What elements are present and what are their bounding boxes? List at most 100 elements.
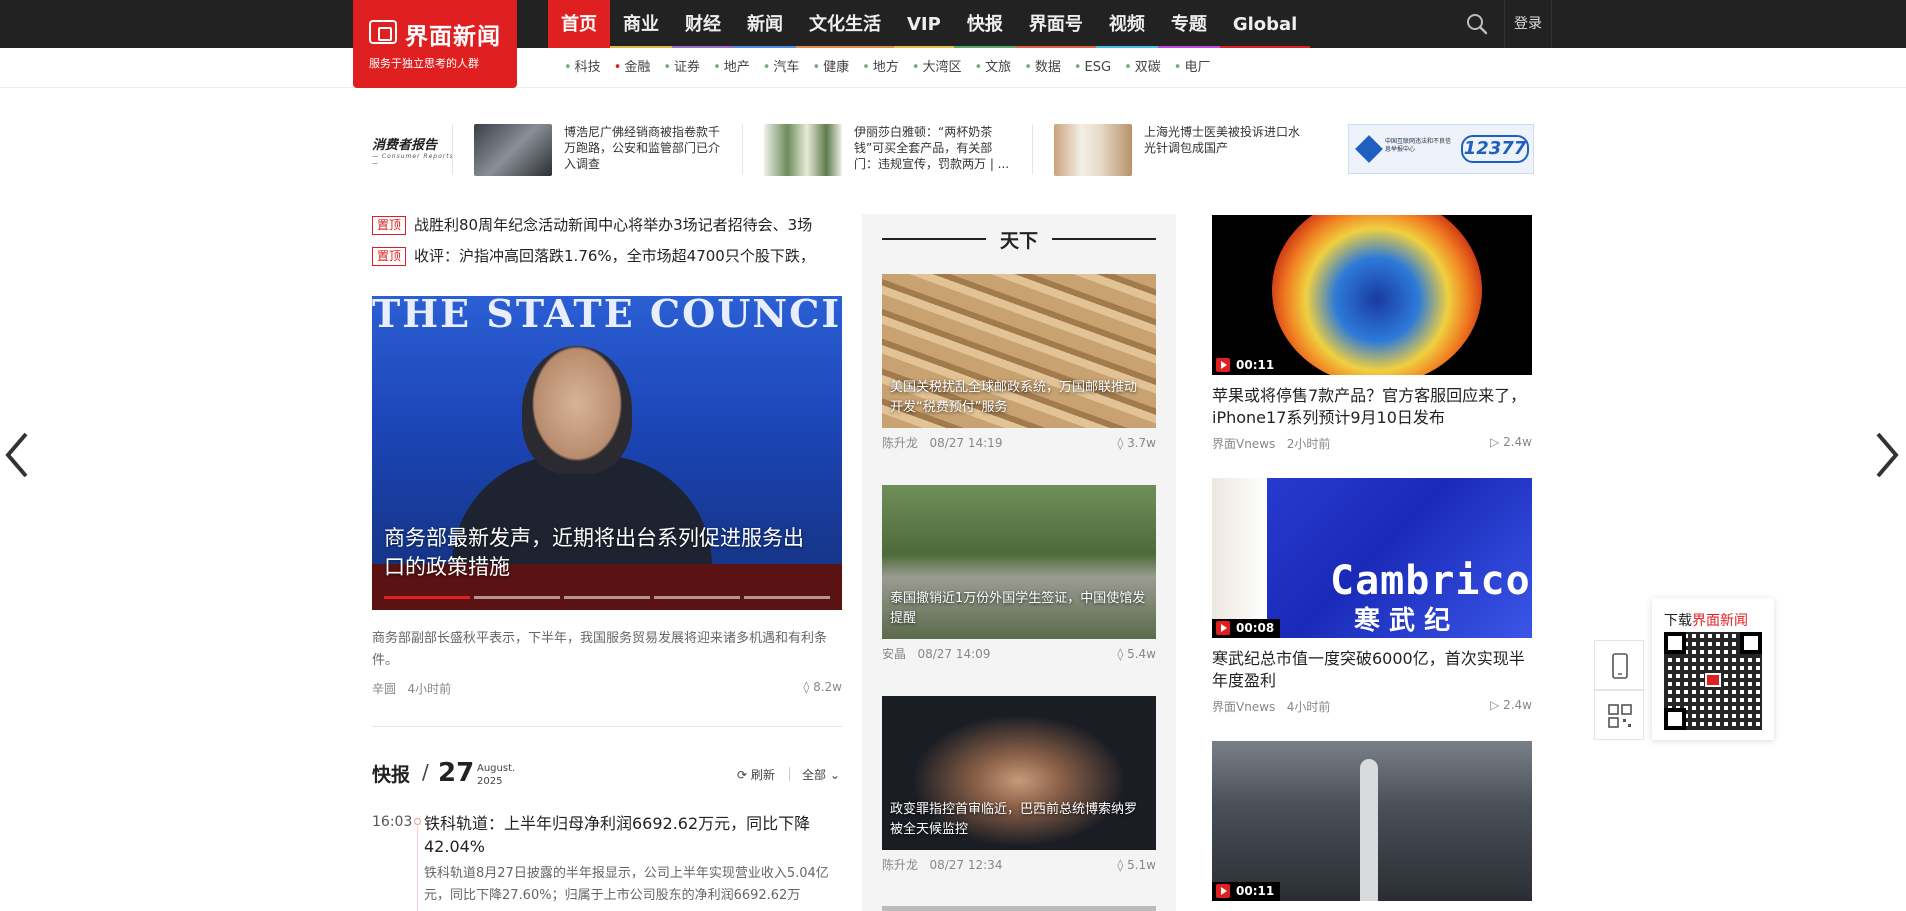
rocket-shape: [1360, 759, 1378, 901]
video-card[interactable]: 00:11 苹果或将停售7款产品？官方客服回应来了，iPhone17系列预计9月…: [1212, 215, 1532, 452]
nav-home[interactable]: 首页: [548, 0, 610, 48]
author: 安晶: [882, 647, 907, 661]
carousel-dot[interactable]: [384, 596, 470, 599]
author: 陈升龙: [882, 858, 919, 872]
chevron-down-icon: ⌄: [829, 768, 840, 782]
subnav-item[interactable]: 证券: [659, 48, 709, 88]
nav-topics[interactable]: 专题: [1157, 0, 1220, 48]
source: 界面Vnews: [1212, 700, 1276, 714]
nav-finance[interactable]: 财经: [672, 0, 734, 48]
carousel-dot[interactable]: [474, 596, 560, 599]
kuaibao-headline[interactable]: 铁科轨道：上半年归母净利润6692.62万元，同比下降42.04%: [424, 812, 844, 858]
video-card[interactable]: Cambricon 寒 武 纪 00:08 寒武纪总市值一度突破6000亿，首次…: [1212, 478, 1532, 715]
mobile-app-button[interactable]: [1594, 640, 1644, 690]
subnav-item[interactable]: 地产: [709, 48, 759, 88]
pinned-tag: 置顶: [372, 216, 407, 235]
filter-dropdown[interactable]: 全部 ⌄: [802, 766, 840, 783]
news-card[interactable]: 美国关税扰乱全球邮政系统，万国邮联推动开发“税费预付”服务 陈升龙 08/27 …: [882, 274, 1156, 458]
nav-jiemianhao[interactable]: 界面号: [1015, 0, 1096, 48]
subnav-item[interactable]: 双碳: [1120, 48, 1170, 88]
carousel-dot[interactable]: [654, 596, 740, 599]
prev-arrow-icon[interactable]: [2, 430, 32, 480]
thumbnail: [764, 124, 842, 176]
qr-code-button[interactable]: [1594, 690, 1644, 740]
nav-flash[interactable]: 快报: [953, 0, 1016, 48]
consumer-report-logo[interactable]: 消费者报告 — Consumer Reports —: [372, 124, 454, 176]
nav-global[interactable]: Global: [1219, 0, 1311, 48]
nav-business[interactable]: 商业: [610, 0, 672, 48]
refresh-button[interactable]: ⟳ 刷新: [737, 766, 775, 783]
pinned-headline[interactable]: 置顶 收评：沪指冲高回落跌1.76%，全市场超4700只个股下跌，: [372, 245, 842, 269]
nav-culture[interactable]: 文化生活: [796, 0, 894, 48]
consumer-report-item[interactable]: 伊丽莎白雅顿：“两杯奶茶钱”可买全套产品，有关部门：违规宣传，罚款两万 | ..…: [764, 124, 1014, 176]
subnav-item[interactable]: ESG: [1070, 48, 1120, 88]
logo-slogan: 服务于独立思考的人群: [369, 57, 479, 70]
consumer-report-item[interactable]: 博浩尼广佛经销商被指卷款千万跑路，公安和监管部门已介入调查: [474, 124, 724, 176]
qr-logo-icon: [1705, 673, 1721, 687]
video-duration: 00:11: [1212, 882, 1281, 901]
card-image-partial: [882, 906, 1156, 911]
nav-video[interactable]: 视频: [1095, 0, 1158, 48]
qr-corner: [1740, 632, 1762, 654]
qr-corner: [1664, 632, 1686, 654]
search-icon[interactable]: [1466, 13, 1488, 35]
refresh-icon: ⟳: [737, 768, 748, 782]
card-image: 美国关税扰乱全球邮政系统，万国邮联推动开发“税费预付”服务: [882, 274, 1156, 428]
subnav-item[interactable]: 大湾区: [908, 48, 971, 88]
refresh-label: 刷新: [750, 768, 775, 782]
carousel-dot[interactable]: [744, 596, 830, 599]
login-button[interactable]: 登录: [1504, 0, 1552, 48]
hero-carousel[interactable]: THE STATE COUNCIL IN 商务部最新发声，近期将出台系列促进服务…: [372, 296, 842, 610]
video-duration: 00:11: [1212, 356, 1281, 375]
views-count: 5.1w: [1127, 858, 1156, 872]
timeline-dot-icon: [414, 818, 421, 825]
carousel-dot[interactable]: [564, 596, 650, 599]
download-title: 下载界面新闻: [1664, 610, 1748, 630]
thumbnail: [1054, 124, 1132, 176]
nav-news[interactable]: 新闻: [734, 0, 796, 48]
tianxia-title[interactable]: 天下: [882, 226, 1156, 252]
consumer-report-text: 上海光博士医美被投诉进口水光针调包成国产: [1144, 125, 1301, 155]
time: 4小时前: [407, 682, 452, 696]
subnav-item[interactable]: 电厂: [1170, 48, 1220, 88]
divider: [742, 124, 743, 174]
news-card[interactable]: 泰国撤销近1万份外国学生签证，中国使馆发提醒 安晶 08/27 14:09 ◊ …: [882, 485, 1156, 669]
video-meta: 界面Vnews 2小时前 ▷ 2.4w: [1212, 435, 1532, 452]
video-card[interactable]: 00:11: [1212, 741, 1532, 901]
subnav-item[interactable]: 文旅: [971, 48, 1021, 88]
sub-nav: 科技 金融 证券 地产 汽车 健康 地方 大湾区 文旅 数据 ESG 双碳 电厂: [560, 48, 1219, 88]
download-brand: 界面新闻: [1692, 613, 1748, 629]
kuaibao-time: 16:03: [372, 814, 413, 830]
ad-logo-icon: [1355, 135, 1383, 163]
views-count: 8.2w: [813, 680, 842, 694]
kuaibao-title[interactable]: 快报: [372, 760, 410, 787]
subnav-item[interactable]: 数据: [1020, 48, 1070, 88]
news-card[interactable]: 政变罪指控首审临近，巴西前总统博索纳罗被全天候监控 陈升龙 08/27 12:3…: [882, 696, 1156, 880]
video-title[interactable]: 寒武纪总市值一度突破6000亿，首次实现半年度盈利: [1212, 648, 1532, 692]
divider: [372, 726, 842, 727]
carousel-indicators: [384, 596, 830, 599]
time: 2小时前: [1286, 437, 1331, 451]
subnav-item[interactable]: 汽车: [759, 48, 809, 88]
logo-mark-icon: [369, 20, 397, 44]
pinned-headline[interactable]: 置顶 战胜利80周年纪念活动新闻中心将举办3场记者招待会、3场: [372, 214, 842, 238]
subnav-item[interactable]: 科技: [560, 48, 610, 88]
video-title[interactable]: 苹果或将停售7款产品？官方客服回应来了，iPhone17系列预计9月10日发布: [1212, 385, 1532, 429]
pinned-text: 收评：沪指冲高回落跌1.76%，全市场超4700只个股下跌，: [414, 247, 815, 265]
site-logo[interactable]: 界面新闻 服务于独立思考的人群: [353, 0, 517, 88]
consumer-report-item[interactable]: 上海光博士医美被投诉进口水光针调包成国产: [1054, 124, 1304, 176]
subnav-item[interactable]: 健康: [808, 48, 858, 88]
download-prefix: 下载: [1664, 613, 1692, 629]
nav-vip[interactable]: VIP: [894, 0, 954, 48]
next-arrow-icon[interactable]: [1872, 430, 1902, 480]
kuaibao-body: 铁科轨道8月27日披露的半年报显示，公司上半年实现营业收入5.04亿元，同比下降…: [424, 866, 829, 903]
subnav-item[interactable]: 金融: [610, 48, 660, 88]
video-duration: 00:08: [1212, 619, 1281, 638]
subnav-item[interactable]: 地方: [858, 48, 908, 88]
report-center-ad[interactable]: 中国互联网违法和不良信息举报中心 12377: [1348, 124, 1534, 174]
views: ◊ 3.7w: [1117, 436, 1156, 450]
views: ◊ 8.2w: [803, 680, 842, 694]
video-thumbnail: Cambricon 寒 武 纪 00:08: [1212, 478, 1532, 638]
time: 08/27 12:34: [929, 858, 1003, 872]
card-meta: 安晶 08/27 14:09 ◊ 5.4w: [882, 639, 1156, 669]
